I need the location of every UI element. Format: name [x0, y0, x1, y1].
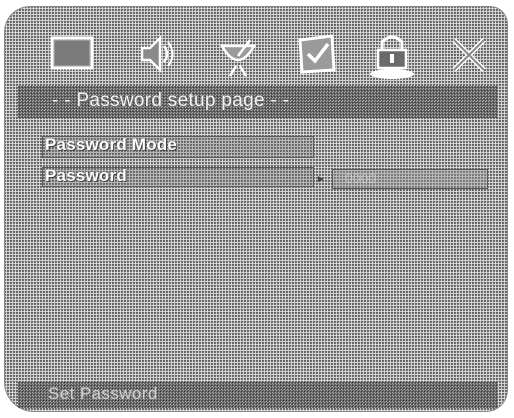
- video-setup-icon[interactable]: [210, 26, 266, 82]
- password-value: 0000: [345, 170, 377, 186]
- password-label: Password: [45, 166, 127, 185]
- password-row[interactable]: Password: [42, 166, 314, 187]
- password-setup-icon[interactable]: [364, 26, 420, 82]
- osd-screen: - - Password setup page - - Password Mod…: [4, 6, 508, 412]
- password-mode-label: Password Mode: [45, 135, 178, 154]
- preference-setup-icon[interactable]: [290, 26, 346, 82]
- footer-status-text: Set Password: [48, 384, 158, 403]
- exit-setup-icon[interactable]: [442, 26, 498, 82]
- password-mode-row[interactable]: Password Mode: [42, 135, 314, 158]
- page-title: - - Password setup page - -: [52, 90, 290, 111]
- password-value-field[interactable]: 0000: [332, 169, 488, 189]
- general-setup-icon[interactable]: [46, 26, 102, 82]
- arrow-right-icon: ►: [316, 174, 326, 185]
- audio-setup-icon[interactable]: [130, 26, 186, 82]
- setup-icon-bar: [4, 26, 508, 84]
